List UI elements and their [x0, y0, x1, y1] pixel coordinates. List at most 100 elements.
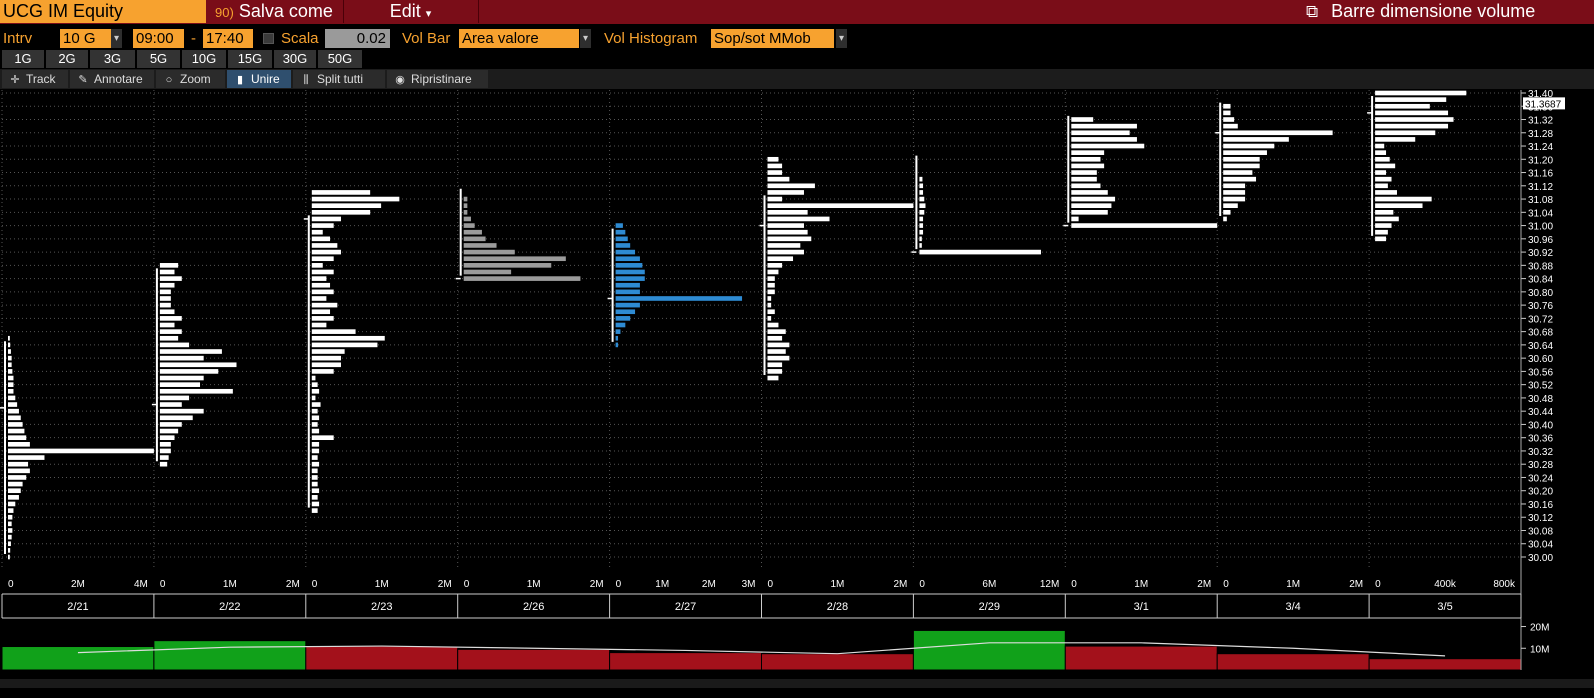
- interval-dropdown-icon[interactable]: ▾: [111, 29, 122, 48]
- volume-profile-bar: [1071, 170, 1097, 175]
- period-5g-button[interactable]: 5G: [137, 50, 180, 68]
- price-tick-label: 31.08: [1528, 195, 1553, 206]
- volume-profile-bar: [767, 176, 790, 182]
- interval-label: Intrv: [3, 30, 33, 47]
- volume-profile-bar: [1071, 123, 1137, 129]
- volume-profile-bar: [8, 415, 21, 421]
- price-tick-label: 30.20: [1528, 487, 1553, 498]
- volbar-dropdown-icon[interactable]: ▾: [580, 29, 591, 48]
- price-tick-label: 30.32: [1528, 447, 1553, 458]
- profile-scale-label: 1M: [655, 579, 669, 590]
- edit-label: Edit: [389, 1, 421, 21]
- volume-profile-bar: [1071, 150, 1105, 155]
- period-30g-button[interactable]: 30G: [274, 50, 316, 68]
- period-1g-button[interactable]: 1G: [2, 50, 44, 68]
- volume-bar-size-button[interactable]: ⧉ Barre dimensione volume: [1306, 0, 1591, 23]
- volume-profile-bar: [1375, 117, 1454, 122]
- volume-profile-bar: [919, 249, 1041, 255]
- volume-profile-bar: [159, 263, 179, 268]
- save-as-menu[interactable]: 90) Salva come: [207, 0, 343, 23]
- zoom-button[interactable]: ○ Zoom: [156, 70, 225, 88]
- scale-checkbox[interactable]: [263, 33, 274, 44]
- volume-profile-bar: [311, 263, 323, 268]
- profile-scale-label: 1M: [830, 579, 844, 590]
- volume-profile-bar: [159, 388, 233, 394]
- annotate-button[interactable]: ✎ Annotare: [70, 70, 154, 88]
- volume-profile-bar: [159, 448, 171, 454]
- volume-profile-bar: [1375, 150, 1387, 155]
- volhist-label: Vol Histogram: [604, 30, 698, 47]
- period-15g-button[interactable]: 15G: [228, 50, 272, 68]
- profile-scale-label: 0: [616, 579, 622, 590]
- period-10g-button[interactable]: 10G: [182, 50, 226, 68]
- volume-profile-bar: [8, 528, 13, 533]
- profile-scale-label: 0: [464, 579, 470, 590]
- volume-profile-bar: [311, 495, 318, 500]
- save-number-icon: 90): [215, 5, 234, 20]
- period-2g-button[interactable]: 2G: [46, 50, 88, 68]
- volume-profile-bar: [1223, 143, 1275, 149]
- split-all-label: Split tutti: [317, 72, 364, 86]
- volume-profile-bar: [767, 269, 779, 275]
- track-button[interactable]: ✛ Track: [2, 70, 68, 88]
- profile-scale-label: 2M: [71, 579, 85, 590]
- volume-profile-bar: [1375, 236, 1387, 242]
- price-tick-label: 31.12: [1528, 182, 1553, 193]
- volume-profile-chart[interactable]: 31.4031.3631.3231.2831.2431.2031.1631.12…: [0, 90, 1594, 698]
- profile-scale-label: 12M: [1040, 579, 1059, 590]
- volume-profile-bar: [159, 395, 190, 401]
- volume-profile-bar: [767, 223, 804, 228]
- interval-field[interactable]: 10 G: [60, 29, 111, 48]
- profile-scale-label: 0: [160, 579, 166, 590]
- volhist-dropdown-icon[interactable]: ▾: [836, 29, 847, 48]
- volume-profile-bar: [8, 422, 23, 427]
- session-date-label: 2/27: [675, 601, 696, 613]
- volume-bar: [1064, 645, 1218, 671]
- volume-profile-bar: [311, 296, 327, 301]
- volbar-select[interactable]: Area valore: [459, 29, 579, 48]
- volume-profile-bar: [1375, 163, 1396, 169]
- price-tick-label: 30.08: [1528, 526, 1553, 537]
- split-all-button[interactable]: ⫼ Split tutti: [293, 70, 385, 88]
- volume-profile-bar: [159, 362, 237, 368]
- volume-bar: [1, 646, 155, 671]
- ticker-field[interactable]: UCG IM Equity: [0, 0, 206, 23]
- volume-bar: [912, 629, 1066, 671]
- volume-profile-bar: [311, 388, 320, 394]
- volume-profile-bar: [1223, 137, 1289, 142]
- volume-profile-bar: [1071, 130, 1130, 136]
- profile-scale-label: 1M: [375, 579, 389, 590]
- profile-scale-label: 800k: [1493, 579, 1516, 590]
- volume-profile-bar: [615, 243, 631, 248]
- volume-profile-bar: [1071, 203, 1112, 209]
- scale-value-field[interactable]: 0.02: [325, 29, 390, 48]
- volume-profile-bar: [311, 209, 371, 215]
- start-time-field[interactable]: 09:00: [133, 29, 184, 48]
- end-time-field[interactable]: 17:40: [203, 29, 253, 48]
- period-3g-button[interactable]: 3G: [90, 50, 135, 68]
- price-tick-label: 30.40: [1528, 420, 1553, 431]
- volume-profile-bar: [1071, 190, 1108, 195]
- period-50g-button[interactable]: 50G: [318, 50, 362, 68]
- reset-button[interactable]: ◉ Ripristinare: [387, 70, 488, 88]
- volume-profile-bar: [1375, 110, 1449, 116]
- volume-profile-bar: [8, 461, 29, 467]
- volbar-label: Vol Bar: [402, 30, 451, 47]
- volume-bar-size-label: Barre dimensione volume: [1331, 1, 1536, 21]
- profile-scale-label: 0: [8, 579, 14, 590]
- volume-profile-bar: [8, 342, 11, 348]
- volume-profile-bar: [8, 554, 10, 560]
- volume-profile-bar: [159, 415, 193, 421]
- volume-profile-bar: [1223, 209, 1231, 215]
- volume-profile-bar: [311, 428, 320, 434]
- merge-button[interactable]: ▮ Unire: [227, 70, 291, 88]
- volume-profile-bar: [767, 375, 779, 381]
- annotate-label: Annotare: [94, 72, 143, 86]
- volume-profile-bar: [1375, 176, 1392, 182]
- volume-profile-bar: [615, 322, 626, 328]
- volume-profile-bar: [615, 316, 631, 321]
- volume-profile-bar: [311, 249, 341, 255]
- volhist-select[interactable]: Sop/sot MMob: [711, 29, 834, 48]
- edit-menu[interactable]: Edit ▾: [343, 0, 479, 23]
- volume-profile-bar: [767, 289, 775, 295]
